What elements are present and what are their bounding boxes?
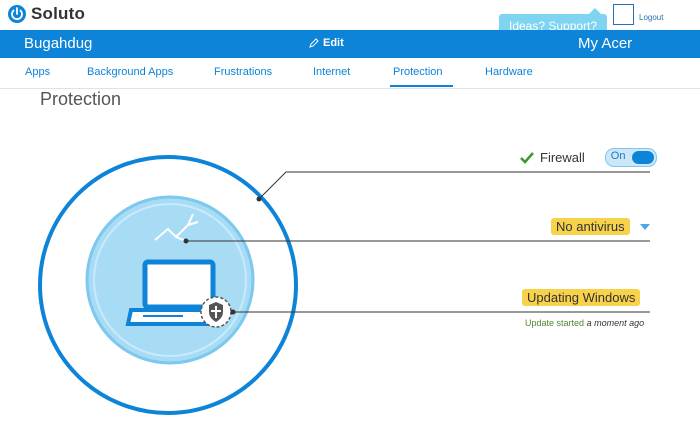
chevron-down-icon[interactable] <box>640 224 650 230</box>
toggle-knob <box>631 151 654 164</box>
firewall-label: Firewall <box>540 150 585 165</box>
firewall-row: Firewall On <box>520 148 657 167</box>
update-status-prefix: Update started <box>525 318 585 328</box>
protection-illustration <box>38 155 650 415</box>
check-icon <box>520 151 534 164</box>
update-status-time: a moment ago <box>586 318 645 328</box>
windows-update-badge: Updating Windows <box>522 289 641 306</box>
shield-icon <box>200 296 232 328</box>
antivirus-badge[interactable]: No antivirus <box>551 218 630 235</box>
toggle-label: On <box>610 150 626 162</box>
firewall-connector <box>258 171 650 200</box>
firewall-toggle[interactable]: On <box>604 148 657 167</box>
update-status: Update started a moment ago <box>525 318 644 328</box>
